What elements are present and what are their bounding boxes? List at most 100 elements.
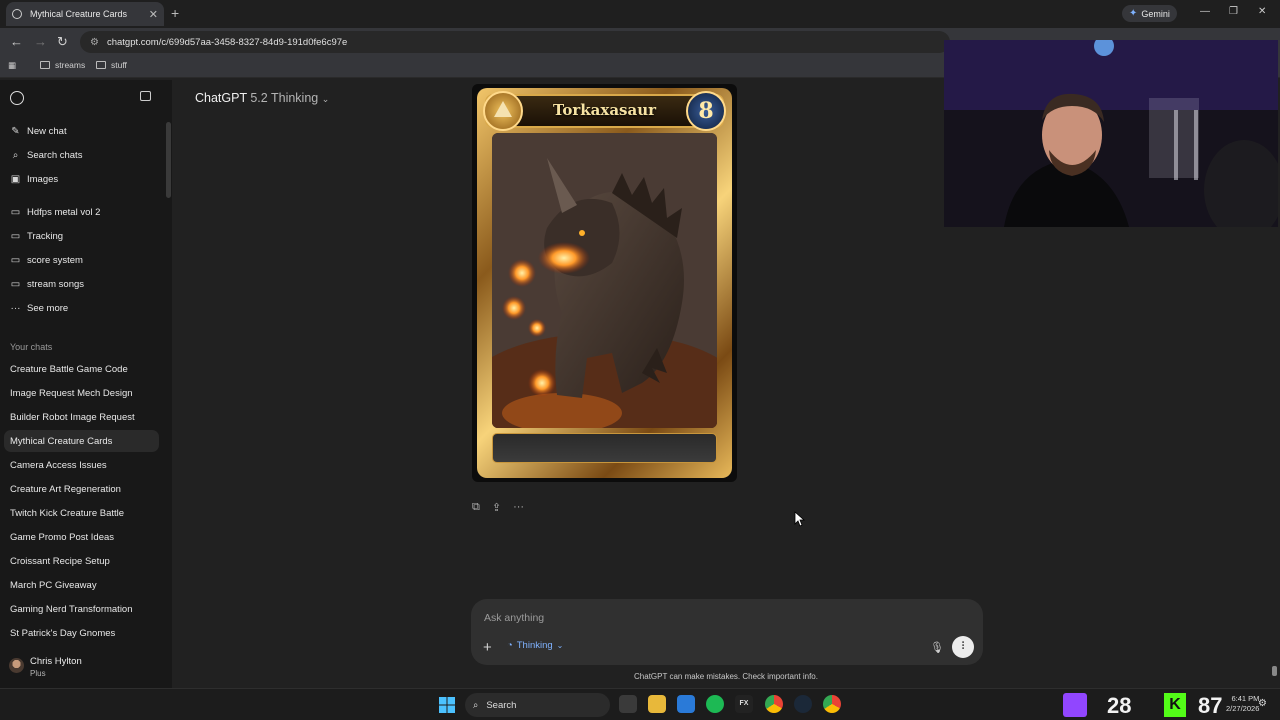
folder-icon: ▭ — [10, 207, 21, 218]
folder-icon — [96, 61, 106, 69]
clock-date: 2/27/2026 — [1226, 704, 1260, 713]
folder-icon — [40, 61, 50, 69]
chat-item[interactable]: Creature Battle Game Code — [10, 364, 160, 375]
close-tab-icon[interactable]: ✕ — [149, 8, 158, 21]
chrome-icon[interactable] — [765, 695, 783, 713]
project-item[interactable]: ▭ Hdfps metal vol 2 — [10, 207, 101, 218]
project-item[interactable]: ▭ score system — [10, 255, 83, 266]
gemini-spark-icon: ✦ — [1129, 8, 1138, 19]
back-icon[interactable]: ← — [10, 34, 23, 49]
project-item[interactable]: ▭ Tracking — [10, 231, 63, 242]
see-more-button[interactable]: ··· See more — [10, 303, 69, 314]
user-plan: Plus — [30, 669, 46, 678]
card-artwork — [492, 133, 717, 428]
task-view-icon[interactable] — [619, 695, 637, 713]
chat-item[interactable]: Game Promo Post Ideas — [10, 532, 160, 543]
model-version: 5.2 Thinking — [250, 91, 319, 105]
project-item[interactable]: ▭ stream songs — [10, 279, 84, 290]
card-name: Torkaxasaur — [552, 101, 657, 119]
image-icon: ▣ — [10, 174, 21, 185]
edit-icon: ✎ — [11, 126, 20, 137]
search-chats-button[interactable]: ⌕ Search chats — [10, 150, 83, 161]
your-chats-heading: Your chats — [10, 342, 53, 352]
chat-item[interactable]: St Patrick's Day Gnomes — [10, 628, 160, 639]
forward-icon[interactable]: → — [34, 34, 47, 49]
kick-viewer-count: 87 — [1198, 693, 1223, 718]
chatgpt-favicon-icon — [12, 9, 22, 19]
copy-icon[interactable]: ⧉ — [472, 501, 480, 514]
restore-icon[interactable]: ❐ — [1229, 6, 1238, 17]
new-chat-button[interactable]: ✎ New chat — [10, 126, 66, 137]
steam-icon[interactable] — [794, 695, 812, 713]
search-icon: ⌕ — [12, 150, 19, 161]
bookmark-streams[interactable]: streams — [40, 60, 85, 70]
chat-item[interactable]: Croissant Recipe Setup — [10, 556, 160, 567]
file-explorer-icon[interactable] — [648, 695, 666, 713]
generated-card-image[interactable]: Torkaxasaur 8 — [472, 84, 737, 482]
chat-item[interactable]: Gaming Nerd Transformation — [10, 604, 160, 615]
chat-item-active[interactable]: Mythical Creature Cards — [10, 436, 160, 447]
user-profile-button[interactable]: Chris Hylton Plus — [0, 648, 172, 688]
gemini-button[interactable]: ✦ Gemini — [1122, 5, 1177, 22]
folder-icon: ▭ — [10, 279, 21, 290]
collapse-sidebar-icon[interactable] — [140, 91, 151, 101]
prompt-input[interactable] — [484, 610, 884, 626]
folder-icon: ▭ — [10, 255, 21, 266]
add-attachment-icon[interactable]: + — [483, 639, 492, 656]
share-icon[interactable]: ⇪ — [492, 501, 501, 514]
creature-illustration — [492, 133, 717, 428]
openai-logo-icon[interactable] — [10, 91, 24, 105]
notepad-icon[interactable] — [677, 695, 695, 713]
element-gem-icon — [483, 91, 523, 131]
spotify-icon[interactable] — [706, 695, 724, 713]
more-options-icon[interactable]: ··· — [513, 501, 524, 514]
hud-fx-icon[interactable]: FX — [735, 695, 753, 713]
new-tab-icon[interactable]: + — [171, 5, 179, 21]
twitch-icon — [1063, 693, 1087, 717]
taskbar-search[interactable]: ⌕ Search — [465, 693, 610, 717]
thinking-icon: ◔ — [507, 640, 513, 651]
card-cost-badge: 8 — [686, 91, 726, 131]
url-field[interactable]: ⚙ chatgpt.com/c/699d57aa-3458-8327-84d9-… — [80, 31, 950, 53]
card-frame: Torkaxasaur 8 — [477, 88, 732, 478]
mouse-cursor-icon — [794, 511, 806, 527]
system-clock[interactable]: 6:41 PM 2/27/2026 — [1226, 694, 1259, 714]
sidebar-scrollbar[interactable] — [166, 122, 171, 198]
windows-start-icon[interactable] — [439, 697, 455, 713]
chrome-active-icon[interactable] — [823, 695, 841, 713]
avatar — [9, 658, 24, 673]
main-scrollbar[interactable] — [1272, 666, 1277, 676]
card-text-box — [492, 433, 717, 463]
url-text: chatgpt.com/c/699d57aa-3458-8327-84d9-19… — [106, 36, 348, 48]
user-name: Chris Hylton — [30, 656, 82, 667]
chat-item[interactable]: Twitch Kick Creature Battle — [10, 508, 160, 519]
clock-time: 6:41 PM — [1231, 694, 1260, 703]
chevron-down-icon: ⌄ — [556, 641, 564, 650]
minimize-icon[interactable]: — — [1200, 6, 1210, 17]
model-name: ChatGPT — [195, 91, 247, 105]
windows-taskbar: ⌕ Search FX 28 K 87 6:41 PM 2/27/2026 ⚙ — [0, 688, 1280, 720]
voice-mode-button[interactable]: ⫶ — [952, 636, 974, 658]
reload-icon[interactable]: ↻ — [57, 34, 68, 50]
more-icon: ··· — [10, 303, 21, 314]
bookmark-stuff[interactable]: stuff — [96, 60, 127, 70]
window-close-icon[interactable]: ✕ — [1258, 6, 1266, 17]
model-selector[interactable]: ChatGPT 5.2 Thinking ⌄ — [195, 91, 329, 105]
microphone-icon[interactable]: 🎙︎ — [930, 641, 944, 654]
streamer-webcam-feed — [944, 40, 1278, 227]
chat-item[interactable]: March PC Giveaway — [10, 580, 160, 591]
site-info-icon[interactable]: ⚙ — [90, 37, 99, 48]
browser-tab[interactable]: Mythical Creature Cards ✕ — [6, 2, 164, 26]
chat-item[interactable]: Creature Art Regeneration — [10, 484, 160, 495]
apps-grid-icon[interactable]: ▦ — [8, 60, 16, 71]
chat-item[interactable]: Camera Access Issues — [10, 460, 160, 471]
webcam-overlay — [944, 40, 1278, 227]
chat-item[interactable]: Builder Robot Image Request — [10, 412, 160, 423]
images-button[interactable]: ▣ Images — [10, 174, 58, 185]
folder-icon: ▭ — [10, 231, 21, 242]
thinking-mode-button[interactable]: ◔ Thinking ⌄ — [507, 640, 563, 651]
message-actions: ⧉ ⇪ ··· — [472, 501, 524, 514]
chat-item[interactable]: Image Request Mech Design — [10, 388, 160, 399]
notification-bell-icon[interactable]: ⚙ — [1258, 698, 1267, 709]
message-composer: + ◔ Thinking ⌄ 🎙︎ ⫶ — [471, 599, 983, 665]
